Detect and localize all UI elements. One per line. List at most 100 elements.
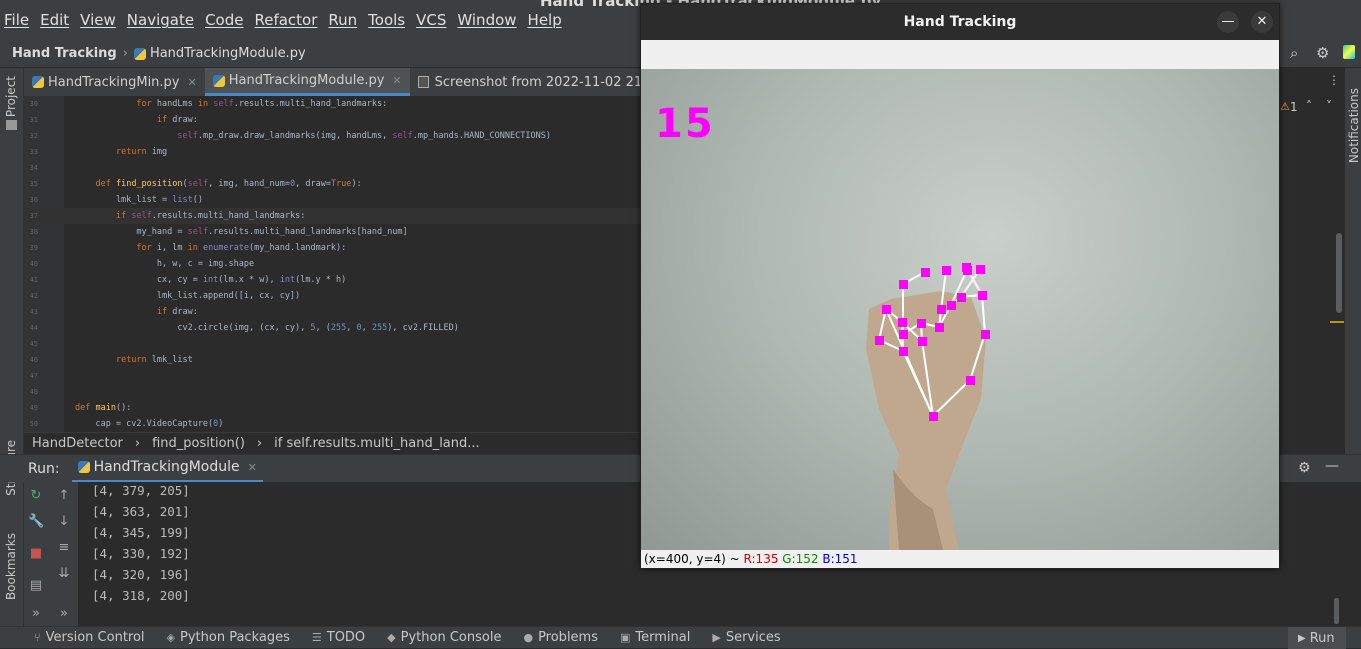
code-line[interactable]: 47 xyxy=(24,368,640,384)
jetbrains-logo-icon[interactable] xyxy=(1343,45,1355,59)
problems-button[interactable]: ● Problems xyxy=(523,630,598,645)
code-line[interactable]: 31 if draw: xyxy=(24,112,640,128)
code-line[interactable]: 34 xyxy=(24,160,640,176)
pixel-red: R:135 xyxy=(743,552,779,566)
code-line[interactable]: 33 return img xyxy=(24,144,640,160)
breadcrumb-method[interactable]: find_position() xyxy=(152,436,245,451)
line-number: 32 xyxy=(29,132,38,140)
menu-run[interactable]: Run xyxy=(328,11,357,29)
arrow-up-icon[interactable]: ↑ xyxy=(56,488,72,504)
bookmarks-tool-button[interactable]: Bookmarks xyxy=(4,533,18,600)
tab-handtrackingmodule[interactable]: HandTrackingModule.py ✕ xyxy=(204,68,410,96)
notifications-tool-button[interactable]: Notifications xyxy=(1347,88,1361,163)
code-text: def find_position(self, img, hand_num=0,… xyxy=(95,179,362,189)
project-tool-button[interactable]: Project xyxy=(4,76,18,117)
layout-icon[interactable]: ▤ xyxy=(28,578,44,594)
menu-file[interactable]: File xyxy=(4,11,29,29)
close-icon[interactable]: ✕ xyxy=(188,76,197,89)
code-line[interactable]: 46 return lmk_list xyxy=(24,352,640,368)
run-status-button[interactable]: ▶ Run xyxy=(1288,627,1346,649)
code-line[interactable]: 39 for i, lm in enumerate(my_hand.landma… xyxy=(24,240,640,256)
editor-scrollbar[interactable] xyxy=(1336,233,1342,313)
line-number: 49 xyxy=(29,404,38,412)
more-icon[interactable]: » xyxy=(28,606,44,622)
menu-navigate[interactable]: Navigate xyxy=(127,11,194,29)
console-line: [4, 345, 199] xyxy=(92,525,190,540)
close-icon[interactable]: ✕ xyxy=(248,461,257,474)
minimize-button[interactable]: — xyxy=(1217,11,1239,33)
python-packages-button[interactable]: ◈ Python Packages xyxy=(167,630,290,645)
terminal-button[interactable]: ▣ Terminal xyxy=(620,630,690,645)
code-line[interactable]: 42 lmk_list.append([i, cx, cy]) xyxy=(24,288,640,304)
landmark-point xyxy=(981,330,990,339)
rerun-icon[interactable]: ↻ xyxy=(28,488,44,504)
todo-button[interactable]: ☰ TODO xyxy=(312,630,365,645)
close-button[interactable]: ✕ xyxy=(1251,11,1273,33)
menu-window[interactable]: Window xyxy=(457,11,516,29)
menu-code[interactable]: Code xyxy=(205,11,243,29)
breadcrumb-class[interactable]: HandDetector xyxy=(32,436,123,451)
search-icon[interactable]: ⌕ xyxy=(1290,44,1298,62)
editor-right-area: ⚠ 1 ˄ ˅ ⋮ xyxy=(1280,68,1345,454)
code-text: lmk_list = list() xyxy=(75,195,203,205)
menu-help[interactable]: Help xyxy=(528,11,562,29)
code-text: def main(): xyxy=(75,403,132,413)
run-tab[interactable]: HandTrackingModule ✕ xyxy=(71,455,263,483)
more-icon[interactable]: ⋮ xyxy=(1328,73,1340,87)
code-editor[interactable]: 30 for handLms in self.results.multi_han… xyxy=(24,96,640,432)
breadcrumb-condition[interactable]: if self.results.multi_hand_land... xyxy=(274,436,480,451)
menu-view[interactable]: View xyxy=(80,11,116,29)
code-line[interactable]: 50 cap = cv2.VideoCapture(0) xyxy=(24,416,640,432)
code-line[interactable]: 32 self.mp_draw.draw_landmarks(img, hand… xyxy=(24,128,640,144)
console-scrollbar[interactable] xyxy=(1334,598,1339,624)
code-line[interactable]: 49 def main(): xyxy=(24,400,640,416)
menu-vcs[interactable]: VCS xyxy=(416,11,446,29)
code-line[interactable]: 40 h, w, c = img.shape xyxy=(24,256,640,272)
version-control-button[interactable]: ⑂ Version Control xyxy=(34,630,145,645)
services-button[interactable]: ▶ Services xyxy=(712,630,780,645)
menu-edit[interactable]: Edit xyxy=(40,11,69,29)
code-line[interactable]: 38 my_hand = self.results.multi_hand_lan… xyxy=(24,224,640,240)
chevron-up-icon[interactable]: ˄ xyxy=(1306,99,1312,113)
code-line[interactable]: 35 def find_position(self, img, hand_num… xyxy=(24,176,640,192)
landmark-point xyxy=(935,323,944,332)
code-line[interactable]: 30 for handLms in self.results.multi_han… xyxy=(24,96,640,112)
more-icon[interactable]: » xyxy=(56,606,72,622)
code-line[interactable]: 37 if self.results.multi_hand_landmarks: xyxy=(24,208,640,224)
nav-file[interactable]: HandTrackingModule.py xyxy=(150,46,306,61)
menu-tools[interactable]: Tools xyxy=(368,11,405,29)
gear-icon[interactable]: ⚙ xyxy=(1316,44,1329,62)
menu-refactor[interactable]: Refactor xyxy=(254,11,317,29)
python-console-button[interactable]: ◆ Python Console xyxy=(387,630,501,645)
hand-tracking-window[interactable]: Hand Tracking — ✕ 15 (x=400, y=4) ~ R:13… xyxy=(640,3,1280,569)
warning-count[interactable]: 1 xyxy=(1290,100,1298,114)
scroll-to-end-icon[interactable]: ⇊ xyxy=(56,566,72,582)
gear-icon[interactable]: ⚙ xyxy=(1298,460,1311,476)
status-label: Run xyxy=(1309,630,1335,646)
code-line[interactable]: 44 cv2.circle(img, (cx, cy), 5, (255, 0,… xyxy=(24,320,640,336)
line-number: 46 xyxy=(29,356,38,364)
folder-icon[interactable] xyxy=(6,120,17,130)
warning-icon[interactable]: ⚠ xyxy=(1280,100,1290,113)
code-line[interactable]: 45 xyxy=(24,336,640,352)
stop-icon[interactable]: ■ xyxy=(28,546,44,562)
status-bar: ⑂ Version Control ◈ Python Packages ☰ TODO … xyxy=(0,626,1361,649)
wrench-icon[interactable]: 🔧 xyxy=(28,514,44,530)
code-line[interactable]: 43 if draw: xyxy=(24,304,640,320)
nav-project[interactable]: Hand Tracking xyxy=(12,46,117,61)
line-number: 31 xyxy=(29,116,38,124)
code-line[interactable]: 48 xyxy=(24,384,640,400)
close-icon[interactable]: ✕ xyxy=(392,74,401,87)
landmark-point xyxy=(976,265,985,274)
code-line[interactable]: 41 cx, cy = int(lm.x * w), int(lm.y * h) xyxy=(24,272,640,288)
status-label: Problems xyxy=(538,630,598,645)
soft-wrap-icon[interactable]: ≡ xyxy=(56,540,72,556)
tab-handtrackingmin[interactable]: HandTrackingMin.py ✕ xyxy=(24,68,205,96)
landmark-point xyxy=(875,336,884,345)
arrow-down-icon[interactable]: ↓ xyxy=(56,514,72,530)
code-line[interactable]: 36 lmk_list = list() xyxy=(24,192,640,208)
minimize-icon[interactable]: — xyxy=(1325,458,1339,474)
window-title-bar[interactable]: Hand Tracking xyxy=(641,4,1279,40)
camera-frame[interactable]: 15 xyxy=(641,69,1279,550)
chevron-down-icon[interactable]: ˅ xyxy=(1326,99,1332,113)
